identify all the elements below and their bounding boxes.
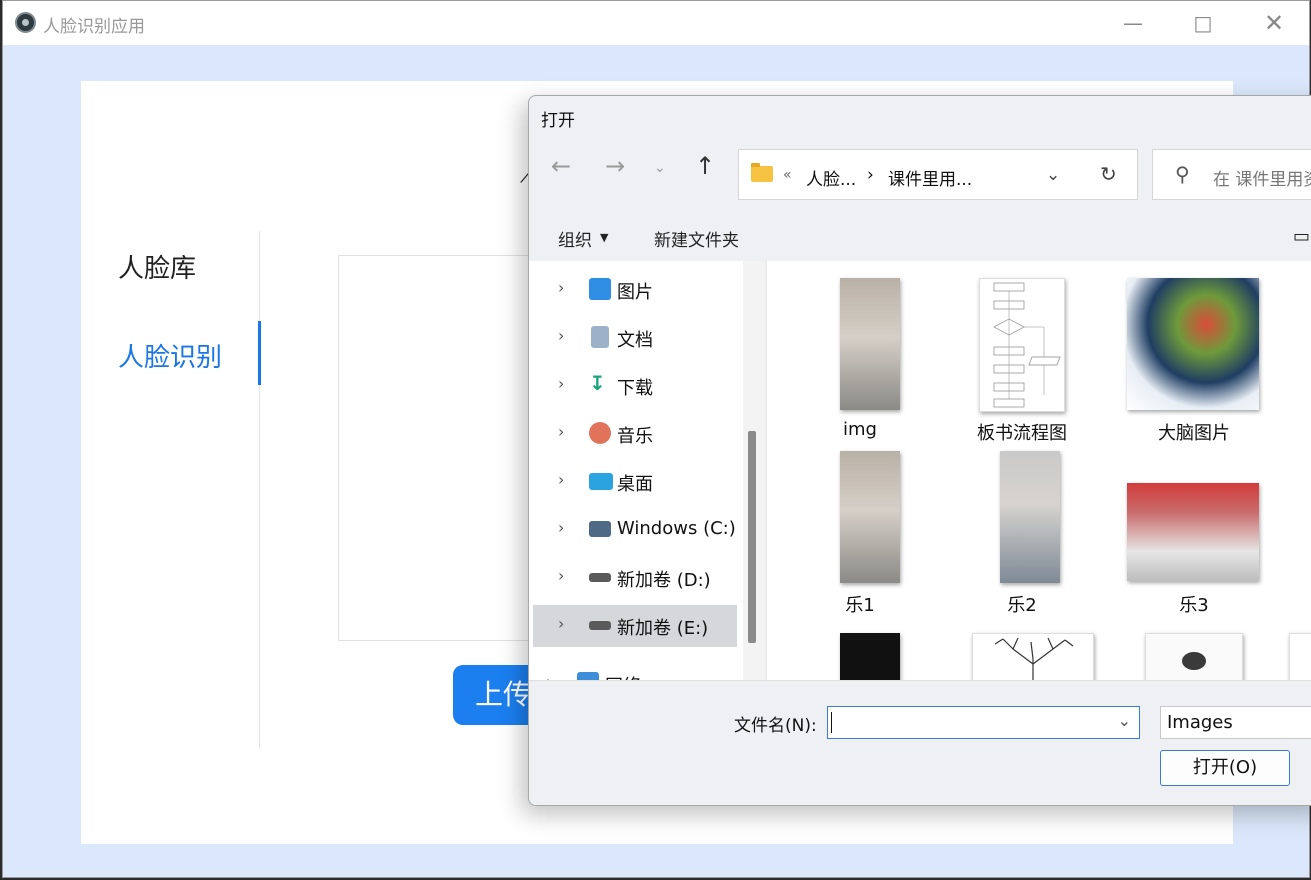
file-thumbnail: [1127, 278, 1259, 410]
file-thumbnail[interactable]: [972, 633, 1094, 680]
search-box[interactable]: ⚲ 在 课件里用资料: [1152, 149, 1311, 200]
flowchart-thumbnail: [993, 282, 1061, 408]
open-file-dialog: 打开 ← → ⌄ ↑ « 人脸... › 课件里用... ⌄ ↻ ⚲ 在 课件里…: [528, 95, 1311, 806]
desktop-icon: [589, 473, 613, 490]
nav-item-music[interactable]: › 音乐: [533, 413, 737, 455]
file-thumbnail: [840, 278, 900, 410]
file-name: 乐2: [1007, 595, 1037, 616]
nav-item-label: 下载: [617, 378, 653, 399]
chevron-right-icon: ›: [867, 165, 874, 185]
sidebar-divider: [259, 231, 260, 749]
recent-locations-icon[interactable]: ⌄: [654, 160, 666, 176]
breadcrumb-overflow[interactable]: «: [783, 167, 792, 183]
sidebar-item-face-library[interactable]: 人脸库: [118, 248, 196, 285]
app-logo-icon: [15, 12, 36, 33]
filename-label: 文件名(N):: [734, 716, 817, 736]
chevron-right-icon[interactable]: ›: [558, 566, 564, 585]
file-thumbnail: [840, 451, 900, 583]
nav-scrollbar[interactable]: [743, 261, 765, 680]
open-button[interactable]: 打开(O): [1160, 750, 1290, 786]
chevron-right-icon[interactable]: ›: [558, 326, 564, 345]
file-thumbnail: [979, 278, 1065, 412]
file-thumbnail[interactable]: [1145, 633, 1243, 680]
drive-icon: [589, 573, 611, 582]
address-bar[interactable]: « 人脸... › 课件里用... ⌄ ↻: [738, 149, 1138, 200]
refresh-icon[interactable]: ↻: [1100, 162, 1117, 186]
navigation-pane: › 图片 › 文档 › ↧ 下载 › 音乐 › 桌面 › Windows (C:…: [529, 261, 765, 697]
nav-item-label: 新加卷 (D:): [617, 570, 711, 591]
download-icon: ↧: [589, 371, 606, 395]
search-input[interactable]: 在 课件里用资料: [1213, 165, 1311, 190]
nav-item-c-drive[interactable]: › Windows (C:): [533, 509, 737, 551]
drive-icon: [589, 621, 611, 630]
windows-drive-icon: [589, 521, 611, 537]
file-thumbnail[interactable]: [1289, 633, 1311, 680]
app-title: 人脸识别应用: [43, 17, 145, 37]
scrollbar-thumb[interactable]: [748, 431, 756, 643]
up-icon[interactable]: ↑: [695, 152, 715, 180]
nav-item-desktop[interactable]: › 桌面: [533, 461, 737, 503]
file-name: 乐3: [1179, 595, 1209, 616]
organize-button[interactable]: 组织: [558, 226, 592, 251]
breadcrumb-item[interactable]: 课件里用...: [888, 165, 972, 190]
chevron-right-icon[interactable]: ›: [558, 470, 564, 489]
file-name: 乐1: [845, 595, 875, 616]
forward-icon[interactable]: →: [605, 152, 625, 180]
music-icon: [589, 422, 611, 444]
view-options-icon[interactable]: ▭: [1293, 226, 1310, 247]
file-tile-img[interactable]: img: [790, 271, 930, 441]
organize-dropdown-icon[interactable]: ▼: [600, 231, 608, 244]
file-tile-le2[interactable]: 乐2: [952, 449, 1092, 619]
file-list-pane: img 板书流程图 大脑图片 乐1 乐2 乐3: [766, 261, 1311, 680]
chevron-down-icon[interactable]: ⌄: [1046, 165, 1060, 185]
tree-thumbnail: [994, 637, 1074, 680]
file-thumbnail: [1127, 483, 1259, 581]
back-icon[interactable]: ←: [551, 152, 571, 180]
chevron-right-icon[interactable]: ›: [558, 278, 564, 297]
file-thumbnail[interactable]: [840, 633, 900, 680]
file-type-filter[interactable]: Images: [1160, 706, 1311, 739]
nav-item-documents[interactable]: › 文档: [533, 317, 737, 359]
file-thumbnail: [1000, 451, 1060, 583]
text-cursor: [831, 712, 832, 733]
file-name: 板书流程图: [977, 423, 1067, 444]
nav-item-d-drive[interactable]: › 新加卷 (D:): [533, 557, 737, 599]
chevron-right-icon[interactable]: ›: [558, 518, 564, 537]
file-tile-le3[interactable]: 乐3: [1124, 449, 1264, 619]
pictures-icon: [589, 278, 611, 300]
file-name: img: [843, 419, 877, 440]
file-tile-le1[interactable]: 乐1: [790, 449, 930, 619]
chevron-right-icon[interactable]: ›: [558, 422, 564, 441]
search-icon: ⚲: [1175, 162, 1190, 186]
folder-icon: [751, 163, 773, 182]
nav-item-label: 文档: [617, 330, 653, 351]
nav-item-label: 音乐: [617, 426, 653, 447]
filename-input[interactable]: ⌄: [827, 706, 1140, 739]
minimize-icon[interactable]: —: [1098, 1, 1168, 45]
file-tile-brain[interactable]: 大脑图片: [1124, 271, 1264, 444]
nav-item-label: 图片: [617, 282, 653, 303]
nav-item-label: Windows (C:): [617, 518, 736, 539]
documents-icon: [591, 326, 609, 348]
close-icon[interactable]: ✕: [1239, 1, 1309, 45]
dialog-toolbar: 组织 ▼ 新建文件夹 ▭: [529, 213, 1311, 262]
maximize-icon[interactable]: □: [1168, 1, 1238, 45]
nav-item-pictures[interactable]: › 图片: [533, 269, 737, 311]
file-tile-flowchart[interactable]: 板书流程图: [952, 271, 1092, 444]
file-name: 大脑图片: [1158, 423, 1230, 444]
dialog-footer: 文件名(N): ⌄ Images 打开(O): [529, 680, 1311, 805]
new-folder-button[interactable]: 新建文件夹: [654, 226, 739, 251]
title-bar: 人脸识别应用 — □ ✕: [3, 1, 1309, 45]
chevron-right-icon[interactable]: ›: [558, 374, 564, 393]
breadcrumb-item[interactable]: 人脸...: [806, 165, 856, 190]
chevron-right-icon[interactable]: ›: [558, 614, 564, 633]
nav-item-downloads[interactable]: › ↧ 下载: [533, 365, 737, 407]
nav-item-label: 新加卷 (E:): [617, 618, 709, 639]
active-tab-indicator: [258, 321, 261, 385]
nav-item-label: 桌面: [617, 474, 653, 495]
sidebar-item-face-recognition[interactable]: 人脸识别: [118, 337, 222, 374]
dialog-title: 打开: [541, 111, 575, 131]
nav-item-e-drive[interactable]: › 新加卷 (E:): [533, 605, 737, 647]
chevron-down-icon[interactable]: ⌄: [1118, 711, 1131, 730]
